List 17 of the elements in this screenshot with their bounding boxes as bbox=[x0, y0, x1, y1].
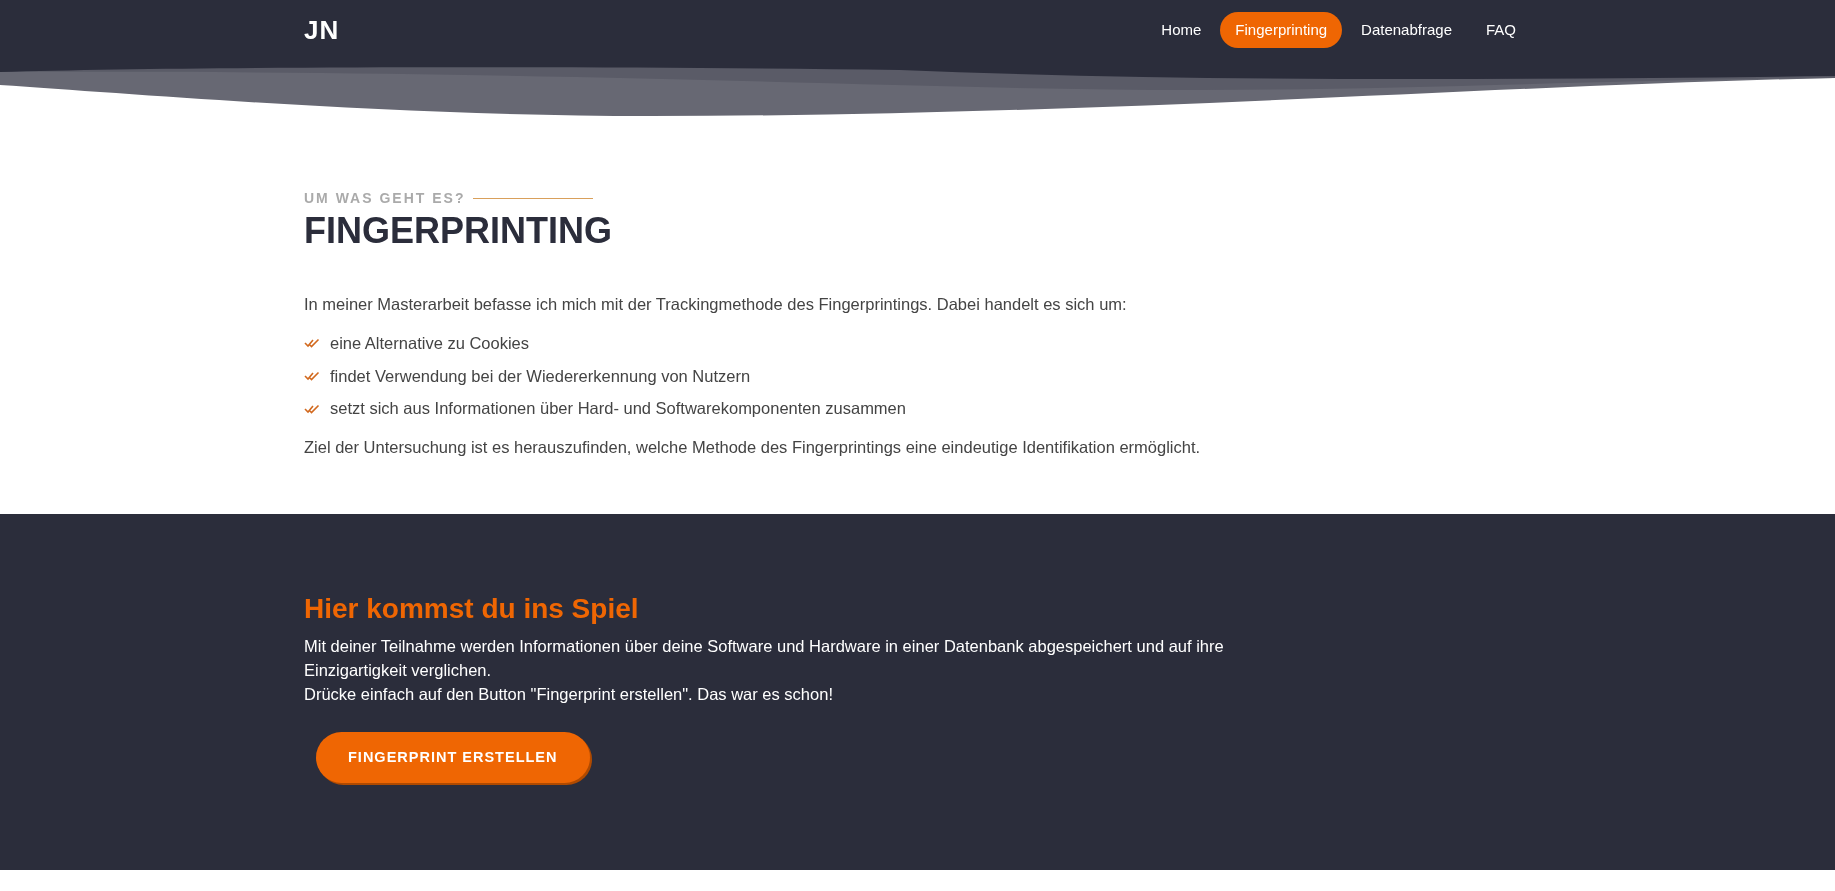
double-check-icon bbox=[304, 403, 322, 414]
nav-link[interactable]: FAQ bbox=[1471, 11, 1531, 49]
intro-text: In meiner Masterarbeit befasse ich mich mit der Trackingmethode des Fingerprintings. Dabei handelt es sich um: bbox=[304, 294, 1128, 316]
double-check-icon bbox=[304, 371, 322, 382]
outro-text: Ziel der Untersuchung ist es herauszufinden, welche Methode des Fingerprintings eine eindeutige Identifikation ermöglicht. bbox=[304, 437, 1202, 459]
nav-link[interactable]: Datenabfrage bbox=[1346, 11, 1467, 49]
bullet-text: setzt sich aus Informationen über Hard- und Softwarekomponenten zusammen bbox=[330, 398, 906, 420]
cta-text: Drücke einfach auf den Button "Fingerprint erstellen". Das war es schon! bbox=[304, 683, 834, 705]
bullet-text: eine Alternative zu Cookies bbox=[330, 332, 530, 354]
cta-text: Mit deiner Teilnahme werden Informationen über deine Software und Hardware in einer Datenbank abgespeichert und auf ihre Einzigartigkeit verglichen. bbox=[304, 635, 1225, 681]
section-eyebrow: UM WAS GEHT ES? bbox=[304, 189, 466, 208]
nav-link[interactable]: Home bbox=[1146, 11, 1217, 49]
section-title: FINGERPRINTING bbox=[304, 209, 613, 253]
bullet-text: findet Verwendung bei der Wiedererkennung von Nutzern bbox=[330, 365, 751, 387]
logo[interactable]: JN bbox=[304, 10, 340, 50]
cta-title: Hier kommst du ins Spiel bbox=[304, 591, 640, 626]
double-check-icon bbox=[304, 338, 322, 349]
